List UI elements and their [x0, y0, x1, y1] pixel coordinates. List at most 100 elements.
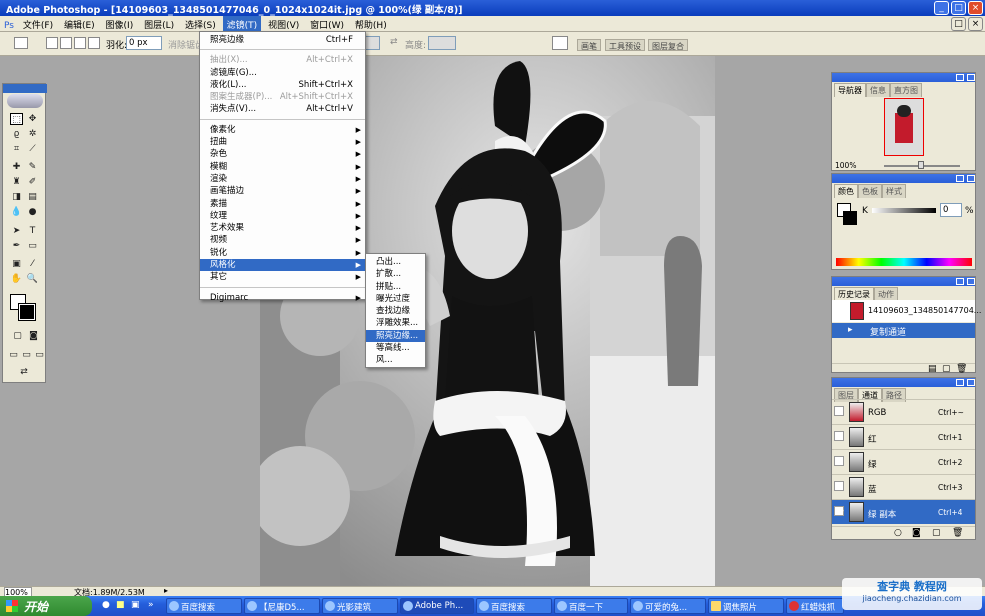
start-button[interactable]: 开始 [0, 596, 92, 616]
zoom-tool-icon[interactable]: 🔍 [26, 273, 39, 285]
navigator-zoom-value[interactable]: 100% [835, 161, 856, 170]
channel-row-green-copy[interactable]: 👁 绿 副本 Ctrl+4 [832, 499, 975, 524]
screen-mode-3-icon[interactable]: ▭ [33, 349, 46, 361]
task-button[interactable]: 调焦照片 [708, 598, 784, 614]
filter-menu-item[interactable]: 模糊 ▶ [200, 161, 365, 173]
stylize-menu-item[interactable]: 等高线... [366, 342, 425, 354]
dodge-tool-icon[interactable]: ● [26, 206, 39, 218]
panel-close-icon[interactable] [967, 74, 975, 81]
crop-tool-icon[interactable]: ⌗ [10, 143, 23, 155]
tab-info[interactable]: 信息 [866, 83, 890, 97]
status-arrow-icon[interactable]: ▸ [164, 586, 168, 595]
clone-stamp-icon[interactable]: ♜ [10, 176, 23, 188]
menu-image[interactable]: 图像(I) [102, 16, 138, 33]
navigator-titlebar[interactable] [832, 73, 975, 82]
channel-row-red[interactable]: 红 Ctrl+1 [832, 424, 975, 449]
lasso-tool-icon[interactable]: ϱ [10, 128, 23, 140]
new-snapshot-icon[interactable]: ▢ [942, 364, 951, 374]
color-spectrum-ramp[interactable] [836, 258, 972, 266]
gradient-tool-icon[interactable]: ▤ [26, 191, 39, 203]
channel-row-rgb[interactable]: RGB Ctrl+~ [832, 399, 975, 424]
blur-tool-icon[interactable]: 💧 [10, 206, 23, 218]
tab-color[interactable]: 颜色 [834, 184, 858, 198]
tab-histogram[interactable]: 直方图 [890, 83, 922, 97]
panel-minimize-icon[interactable] [956, 278, 964, 285]
screen-mode-2-icon[interactable]: ▭ [20, 349, 33, 361]
screen-mode-1-icon[interactable]: ▭ [7, 349, 20, 361]
history-brush-source-icon[interactable]: ▸ [848, 325, 853, 335]
panel-close-icon[interactable] [967, 175, 975, 182]
eraser-tool-icon[interactable]: ◨ [10, 191, 23, 203]
save-selection-icon[interactable]: ◙ [912, 528, 921, 538]
stylize-menu-item[interactable]: 浮雕效果... [366, 317, 425, 329]
filter-menu-item[interactable]: 素描 ▶ [200, 198, 365, 210]
channels-titlebar[interactable] [832, 378, 975, 387]
marquee-tool-icon[interactable]: ⬚ [10, 113, 23, 125]
quick-mask-icon[interactable]: ◙ [26, 330, 41, 342]
file-browser-icon[interactable] [552, 36, 568, 50]
navigator-zoom-thumb[interactable] [918, 161, 924, 169]
stylize-menu-item[interactable]: 照亮边缘... [366, 329, 425, 343]
visibility-toggle[interactable] [834, 456, 844, 466]
panel-close-icon[interactable] [967, 278, 975, 285]
well-tab-tool-presets[interactable]: 工具预设 [605, 39, 645, 51]
shape-tool-icon[interactable]: ▭ [26, 240, 39, 252]
delete-icon[interactable]: 🗑 [956, 364, 967, 374]
channel-row-blue[interactable]: 蓝 Ctrl+3 [832, 474, 975, 499]
color-fg-swatch[interactable] [843, 211, 857, 225]
filter-menu-item[interactable]: 消失点(V)... Alt+Ctrl+V [200, 103, 365, 115]
delete-channel-icon[interactable]: 🗑 [952, 528, 963, 538]
tab-swatches[interactable]: 色板 [858, 184, 882, 198]
tab-styles[interactable]: 样式 [882, 184, 906, 198]
width-input[interactable] [365, 36, 380, 50]
task-button[interactable]: Adobe Ph... [400, 598, 474, 614]
magic-wand-icon[interactable]: ✲ [26, 128, 39, 140]
eyedropper-icon[interactable]: ⁄ [26, 258, 39, 270]
visibility-toggle[interactable] [834, 406, 844, 416]
history-titlebar[interactable] [832, 277, 975, 286]
adobe-feather-icon[interactable] [7, 94, 43, 108]
doc-close-button[interactable]: × [968, 17, 983, 31]
filter-menu-item[interactable]: 杂色 ▶ [200, 148, 365, 160]
tools-panel-titlebar[interactable] [3, 84, 47, 93]
tab-navigator[interactable]: 导航器 [834, 83, 866, 97]
history-step-row[interactable]: ▸ 复制通道 [832, 323, 975, 338]
minimize-button[interactable]: _ [934, 1, 949, 15]
marquee-preset-icon[interactable] [14, 37, 28, 49]
imageready-icon[interactable]: ⇄ [10, 366, 38, 378]
color-k-input[interactable]: 0 [940, 203, 962, 217]
filter-menu-item[interactable]: 画笔描边 ▶ [200, 185, 365, 197]
intersect-selection-icon[interactable] [88, 37, 100, 49]
stylize-menu-item[interactable]: 查找边缘 [366, 305, 425, 317]
history-snapshot-row[interactable]: 14109603_134850147704... [832, 300, 981, 322]
channel-row-green[interactable]: 绿 Ctrl+2 [832, 449, 975, 474]
menu-layer[interactable]: 图层(L) [140, 16, 178, 33]
navigator-thumbnail[interactable] [884, 98, 924, 156]
history-brush-icon[interactable]: ✐ [26, 176, 39, 188]
hand-tool-icon[interactable]: ✋ [10, 273, 23, 285]
standard-mode-icon[interactable]: ▢ [10, 330, 25, 342]
task-button[interactable]: 光影建筑 [322, 598, 398, 614]
tab-history[interactable]: 历史记录 [834, 287, 874, 301]
notes-tool-icon[interactable]: ▣ [10, 258, 23, 270]
filter-menu-item[interactable]: 渲染 ▶ [200, 173, 365, 185]
filter-menu-item[interactable]: 艺术效果 ▶ [200, 222, 365, 234]
filter-menu-item[interactable]: Digimarc ▶ [200, 292, 365, 304]
task-button[interactable]: 百度搜索 [476, 598, 552, 614]
swap-icon[interactable]: ⇄ [390, 37, 398, 47]
filter-menu-item[interactable]: 风格化 ▶ [200, 259, 365, 272]
healing-brush-icon[interactable]: ✚ [10, 161, 23, 173]
type-tool-icon[interactable]: T [26, 225, 39, 237]
panel-close-icon[interactable] [967, 379, 975, 386]
stylize-menu-item[interactable]: 凸出... [366, 256, 425, 268]
quicklaunch-more-icon[interactable]: » [148, 600, 154, 610]
doc-restore-button[interactable]: □ [951, 17, 966, 31]
stylize-menu-item[interactable]: 扩散... [366, 268, 425, 280]
maximize-button[interactable]: □ [951, 1, 966, 15]
color-titlebar[interactable] [832, 174, 975, 183]
panel-minimize-icon[interactable] [956, 74, 964, 81]
stylize-menu-item[interactable]: 拼贴... [366, 281, 425, 293]
new-selection-icon[interactable] [46, 37, 58, 49]
panel-minimize-icon[interactable] [956, 379, 964, 386]
filter-menu-item[interactable]: 扭曲 ▶ [200, 136, 365, 148]
